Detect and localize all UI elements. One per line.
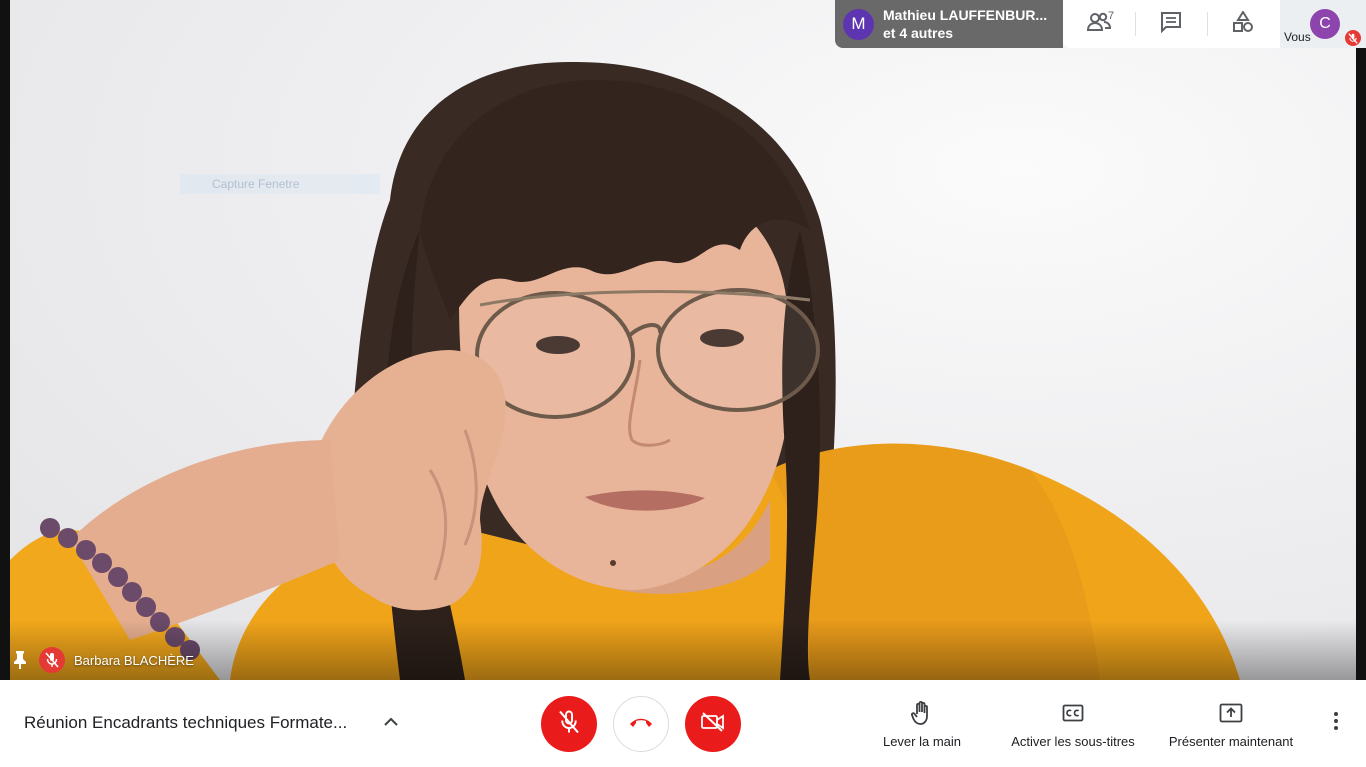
eye-left — [536, 336, 580, 354]
hang-up-icon — [628, 715, 654, 733]
raise-hand-button[interactable]: Lever la main — [880, 700, 964, 750]
pin-icon[interactable] — [10, 648, 30, 672]
participant-name: Barbara BLACHÈRE — [74, 652, 194, 668]
avatar: M — [843, 8, 874, 40]
hang-up-button[interactable] — [613, 696, 669, 752]
present-icon — [1219, 700, 1243, 726]
video-bottom-shade — [10, 620, 1356, 680]
chat-button[interactable] — [1155, 8, 1187, 40]
self-tile[interactable]: C Vous — [1280, 0, 1366, 48]
activities-button[interactable] — [1227, 8, 1259, 40]
self-label: Vous — [1284, 30, 1311, 44]
activities-icon — [1232, 9, 1254, 38]
participant-video: Capture Fenetre — [10, 0, 1356, 680]
meeting-title[interactable]: Réunion Encadrants techniques Formate... — [24, 713, 369, 733]
self-mic-off-icon — [1345, 30, 1361, 46]
other-participants-text: Mathieu LAUFFENBUR... et 4 autres — [883, 6, 1047, 42]
top-tools: 7 C Vous — [1063, 0, 1366, 48]
glasses-right-lens — [656, 288, 820, 412]
other-participants-pill[interactable]: M Mathieu LAUFFENBUR... et 4 autres — [835, 0, 1063, 48]
raise-hand-label: Lever la main — [882, 734, 962, 749]
tool-divider — [1207, 12, 1208, 36]
avatar: C — [1310, 9, 1340, 39]
eye-right — [700, 329, 744, 347]
present-label: Présenter maintenant — [1168, 734, 1294, 749]
stage-right-edge — [1356, 0, 1366, 680]
participant-name-row: Barbara BLACHÈRE — [10, 646, 194, 674]
more-options-button[interactable] — [1323, 710, 1349, 736]
participant-mic-off-icon — [39, 647, 65, 673]
present-button[interactable]: Présenter maintenant — [1165, 700, 1297, 750]
mole — [610, 560, 616, 566]
captions-icon — [1062, 700, 1084, 726]
chat-icon — [1160, 11, 1182, 38]
more-vert-icon — [1334, 711, 1338, 735]
video-stage: Capture Fenetre Barbara BLACHÈRE — [0, 0, 1366, 680]
toggle-mic-button[interactable] — [541, 696, 597, 752]
raise-hand-icon — [911, 700, 933, 726]
people-count: 7 — [1108, 10, 1115, 22]
meeting-details-button[interactable] — [380, 712, 402, 734]
stage-left-edge — [0, 0, 10, 680]
captions-button[interactable]: Activer les sous-titres — [1003, 700, 1143, 750]
toggle-camera-button[interactable] — [685, 696, 741, 752]
top-right-panel: M Mathieu LAUFFENBUR... et 4 autres 7 C … — [835, 0, 1366, 48]
participant-video-illustration — [10, 61, 1240, 680]
mic-off-icon — [558, 710, 580, 739]
other-participants-line1: Mathieu LAUFFENBUR... — [883, 7, 1048, 23]
tool-divider — [1135, 12, 1136, 36]
captions-label: Activer les sous-titres — [1011, 734, 1135, 749]
bottom-control-bar: Réunion Encadrants techniques Formate...… — [0, 680, 1366, 767]
camera-off-icon — [700, 711, 726, 738]
chevron-up-icon — [383, 714, 399, 732]
other-participants-line2: et 4 autres — [883, 25, 954, 41]
